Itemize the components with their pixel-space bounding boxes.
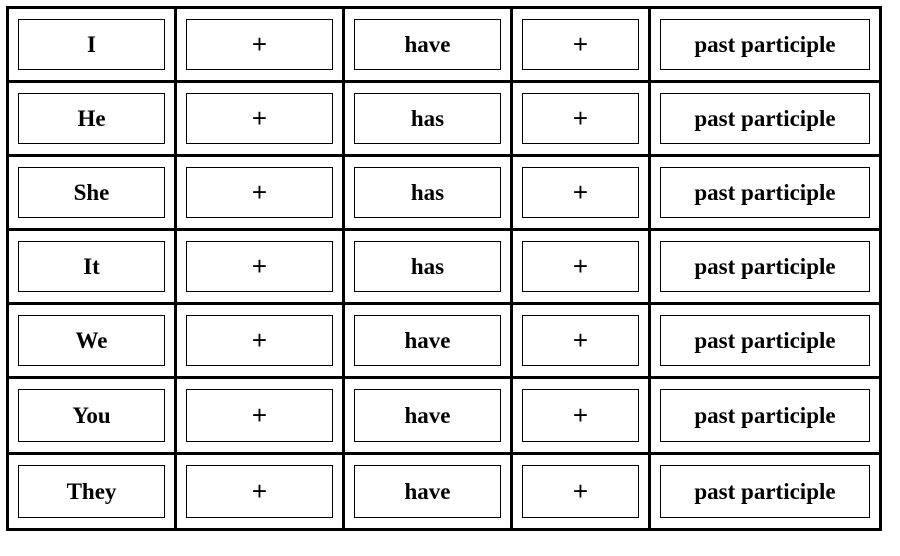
plus-cell: + <box>510 228 651 305</box>
table-row: We + have + past participle <box>6 302 882 379</box>
plus-sign: + <box>186 465 333 518</box>
plus-sign: + <box>522 167 639 218</box>
subject-cell: I <box>6 6 177 83</box>
grammar-table-body: I + have + past participle He + has + pa… <box>6 6 882 531</box>
plus-sign: + <box>186 167 333 218</box>
auxiliary-box: have <box>354 19 501 70</box>
plus-cell: + <box>174 154 345 231</box>
plus-cell: + <box>174 228 345 305</box>
subject-box: He <box>18 93 165 144</box>
auxiliary-cell: have <box>342 376 513 455</box>
verb-form-box: past participle <box>660 167 870 218</box>
table-row: I + have + past participle <box>6 6 882 83</box>
verb-form-box: past participle <box>660 389 870 442</box>
plus-cell: + <box>510 80 651 157</box>
subject-box: It <box>18 241 165 292</box>
plus-cell: + <box>174 6 345 83</box>
auxiliary-box: has <box>354 167 501 218</box>
plus-sign: + <box>186 315 333 366</box>
subject-box: You <box>18 389 165 442</box>
auxiliary-cell: have <box>342 452 513 531</box>
table-row: They + have + past participle <box>6 452 882 531</box>
plus-sign: + <box>186 93 333 144</box>
subject-box: They <box>18 465 165 518</box>
subject-cell: He <box>6 80 177 157</box>
plus-cell: + <box>510 154 651 231</box>
plus-cell: + <box>510 376 651 455</box>
subject-box: She <box>18 167 165 218</box>
subject-box: We <box>18 315 165 366</box>
auxiliary-cell: has <box>342 80 513 157</box>
subject-box: I <box>18 19 165 70</box>
auxiliary-cell: have <box>342 6 513 83</box>
verb-form-box: past participle <box>660 93 870 144</box>
verb-form-cell: past participle <box>648 80 882 157</box>
verb-form-cell: past participle <box>648 452 882 531</box>
subject-cell: She <box>6 154 177 231</box>
plus-cell: + <box>510 452 651 531</box>
auxiliary-box: have <box>354 465 501 518</box>
table-row: He + has + past participle <box>6 80 882 157</box>
plus-sign: + <box>522 315 639 366</box>
verb-form-box: past participle <box>660 241 870 292</box>
auxiliary-box: has <box>354 241 501 292</box>
plus-cell: + <box>174 80 345 157</box>
plus-sign: + <box>186 19 333 70</box>
table-row: She + has + past participle <box>6 154 882 231</box>
plus-cell: + <box>510 6 651 83</box>
verb-form-box: past participle <box>660 315 870 366</box>
plus-sign: + <box>522 465 639 518</box>
auxiliary-box: have <box>354 315 501 366</box>
verb-form-cell: past participle <box>648 228 882 305</box>
subject-cell: We <box>6 302 177 379</box>
plus-cell: + <box>174 376 345 455</box>
subject-cell: It <box>6 228 177 305</box>
subject-cell: They <box>6 452 177 531</box>
plus-sign: + <box>186 389 333 442</box>
plus-cell: + <box>174 302 345 379</box>
auxiliary-cell: has <box>342 154 513 231</box>
table-row: You + have + past participle <box>6 376 882 455</box>
verb-form-box: past participle <box>660 19 870 70</box>
plus-sign: + <box>522 19 639 70</box>
subject-cell: You <box>6 376 177 455</box>
grammar-table: I + have + past participle He + has + pa… <box>6 6 882 531</box>
plus-cell: + <box>174 452 345 531</box>
auxiliary-cell: has <box>342 228 513 305</box>
plus-sign: + <box>522 93 639 144</box>
verb-form-cell: past participle <box>648 302 882 379</box>
auxiliary-box: have <box>354 389 501 442</box>
plus-sign: + <box>186 241 333 292</box>
table-row: It + has + past participle <box>6 228 882 305</box>
plus-sign: + <box>522 241 639 292</box>
verb-form-box: past participle <box>660 465 870 518</box>
verb-form-cell: past participle <box>648 154 882 231</box>
verb-form-cell: past participle <box>648 6 882 83</box>
plus-sign: + <box>522 389 639 442</box>
auxiliary-box: has <box>354 93 501 144</box>
auxiliary-cell: have <box>342 302 513 379</box>
verb-form-cell: past participle <box>648 376 882 455</box>
plus-cell: + <box>510 302 651 379</box>
